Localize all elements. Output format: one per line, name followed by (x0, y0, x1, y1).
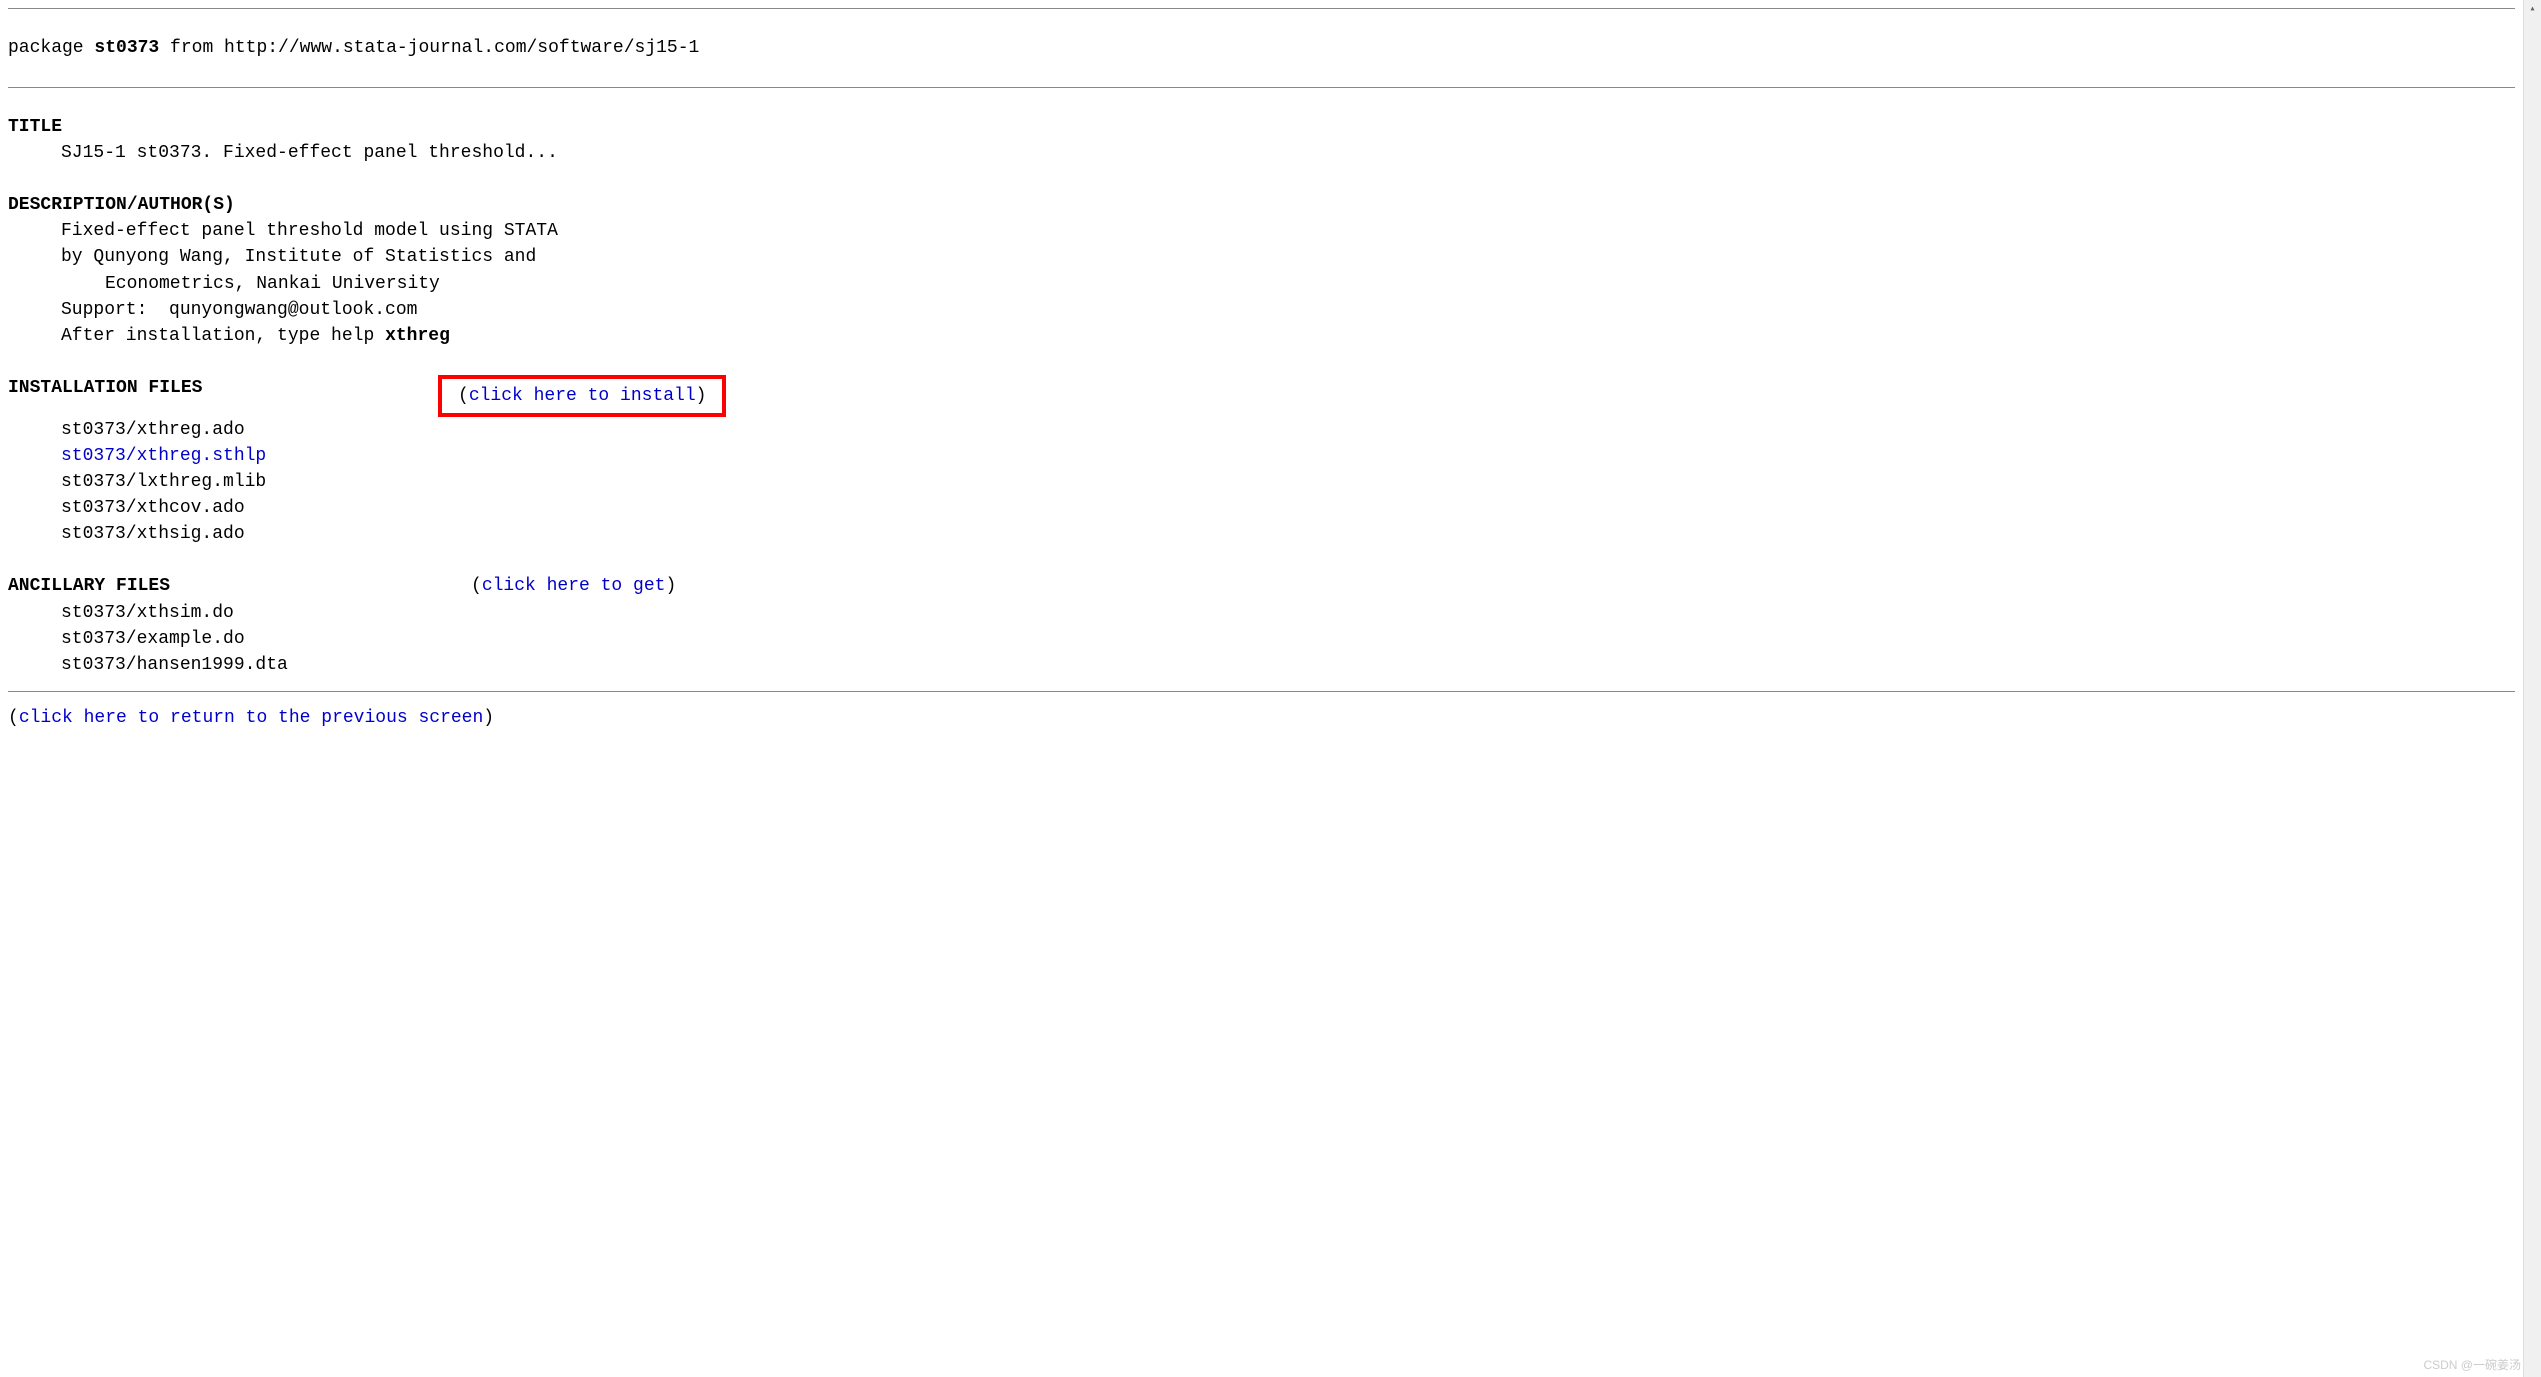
spacer (8, 9, 2515, 35)
highlight-box: (click here to install) (438, 375, 726, 417)
description-line-1: Fixed-effect panel threshold model using… (8, 218, 2515, 244)
paren-open: ( (458, 386, 469, 406)
return-link-row: (click here to return to the previous sc… (8, 705, 2515, 731)
install-file-link-wrapper: st0373/xthreg.sthlp (8, 443, 2515, 469)
ancillary-link-wrapper: (click here to get) (471, 573, 676, 599)
after-install-prefix: After installation, type help (61, 326, 385, 346)
install-file: st0373/xthsig.ado (8, 521, 2515, 547)
spacer (8, 678, 2515, 691)
install-file: st0373/xthcov.ado (8, 495, 2515, 521)
install-link[interactable]: click here to install (469, 386, 696, 406)
install-file: st0373/lxthreg.mlib (8, 469, 2515, 495)
description-line-4: Support: qunyongwang@outlook.com (8, 297, 2515, 323)
viewer-content: package st0373 from http://www.stata-jou… (0, 0, 2523, 739)
install-file-link[interactable]: st0373/xthreg.sthlp (61, 446, 266, 466)
paren-open: ( (8, 708, 19, 728)
help-command: xthreg (385, 326, 450, 346)
source-url: http://www.stata-journal.com/software/sj… (224, 38, 699, 58)
paren-close: ) (696, 386, 707, 406)
scroll-up-icon[interactable]: ▴ (2524, 0, 2541, 18)
description-line-5: After installation, type help xthreg (8, 323, 2515, 349)
package-header-line: package st0373 from http://www.stata-jou… (8, 35, 2515, 61)
ancillary-header-row: ANCILLARY FILES (click here to get) (8, 573, 2515, 599)
package-name: st0373 (94, 38, 159, 58)
title-label: TITLE (8, 114, 2515, 140)
ancillary-file: st0373/hansen1999.dta (8, 652, 2515, 678)
spacer (8, 547, 2515, 573)
installation-header-row: INSTALLATION FILES (click here to instal… (8, 375, 2515, 417)
scrollbar[interactable]: ▴ (2523, 0, 2541, 1377)
spacer (8, 61, 2515, 87)
get-link[interactable]: click here to get (482, 576, 666, 596)
spacer (8, 166, 2515, 192)
description-line-2: by Qunyong Wang, Institute of Statistics… (8, 244, 2515, 270)
install-link-wrapper: (click here to install) (438, 375, 726, 417)
watermark: CSDN @一碗姜汤 (2423, 1356, 2521, 1373)
install-file: st0373/xthreg.ado (8, 417, 2515, 443)
ancillary-file: st0373/xthsim.do (8, 600, 2515, 626)
spacer (8, 349, 2515, 375)
title-text: SJ15-1 st0373. Fixed-effect panel thresh… (8, 140, 2515, 166)
paren-open: ( (471, 576, 482, 596)
description-line-3: Econometrics, Nankai University (8, 271, 2515, 297)
ancillary-file: st0373/example.do (8, 626, 2515, 652)
from-prefix: from (159, 38, 224, 58)
paren-close: ) (483, 708, 494, 728)
installation-label: INSTALLATION FILES (8, 375, 438, 417)
spacer (8, 692, 2515, 705)
spacer (8, 88, 2515, 114)
package-prefix: package (8, 38, 94, 58)
ancillary-label: ANCILLARY FILES (8, 573, 471, 599)
description-label: DESCRIPTION/AUTHOR(S) (8, 192, 2515, 218)
return-link[interactable]: click here to return to the previous scr… (19, 708, 483, 728)
paren-close: ) (665, 576, 676, 596)
